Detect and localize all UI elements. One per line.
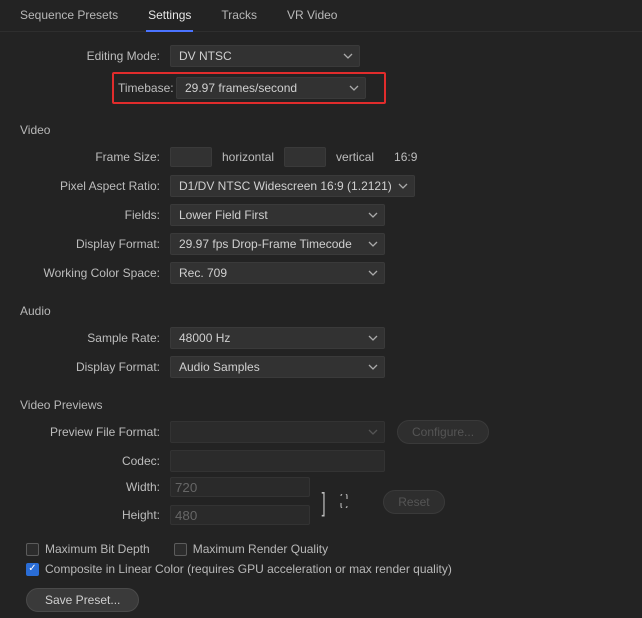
chevron-down-icon	[398, 183, 408, 189]
frame-height-input[interactable]	[284, 147, 326, 167]
chevron-down-icon	[368, 335, 378, 341]
preview-height-label: Height:	[20, 508, 170, 522]
preview-file-format-dropdown	[170, 421, 385, 443]
editing-mode-value: DV NTSC	[179, 49, 232, 63]
tab-tracks[interactable]: Tracks	[219, 8, 259, 31]
timebase-dropdown[interactable]: 29.97 frames/second	[176, 77, 366, 99]
tab-vr-video[interactable]: VR Video	[285, 8, 339, 31]
editing-mode-dropdown[interactable]: DV NTSC	[170, 45, 360, 67]
frame-width-input[interactable]	[170, 147, 212, 167]
audio-display-format-value: Audio Samples	[179, 360, 260, 374]
working-color-space-value: Rec. 709	[179, 266, 227, 280]
chevron-down-icon	[368, 429, 378, 435]
chevron-down-icon	[368, 364, 378, 370]
max-bit-depth-checkbox[interactable]: ✓	[26, 543, 39, 556]
sample-rate-label: Sample Rate:	[20, 331, 170, 345]
working-color-space-dropdown[interactable]: Rec. 709	[170, 262, 385, 284]
max-bit-depth-label: Maximum Bit Depth	[45, 542, 150, 556]
tabs-bar: Sequence Presets Settings Tracks VR Vide…	[0, 0, 642, 32]
pixel-aspect-value: D1/DV NTSC Widescreen 16:9 (1.2121)	[179, 179, 392, 193]
timebase-label: Timebase:	[118, 81, 176, 95]
video-display-format-value: 29.97 fps Drop-Frame Timecode	[179, 237, 352, 251]
preview-width-input	[170, 477, 310, 497]
horizontal-label: horizontal	[212, 150, 284, 164]
configure-button: Configure...	[397, 420, 489, 444]
frame-size-label: Frame Size:	[20, 150, 170, 164]
frame-aspect: 16:9	[384, 150, 417, 164]
sample-rate-dropdown[interactable]: 48000 Hz	[170, 327, 385, 349]
chevron-down-icon	[368, 212, 378, 218]
pixel-aspect-label: Pixel Aspect Ratio:	[20, 179, 170, 193]
reset-button: Reset	[383, 490, 444, 514]
bracket-icon: ]	[322, 487, 326, 518]
tab-sequence-presets[interactable]: Sequence Presets	[18, 8, 120, 31]
audio-display-format-dropdown[interactable]: Audio Samples	[170, 356, 385, 378]
chevron-down-icon	[343, 53, 353, 59]
preview-file-format-label: Preview File Format:	[20, 425, 170, 439]
working-color-space-label: Working Color Space:	[20, 266, 170, 280]
section-video-previews: Video Previews	[20, 382, 622, 418]
fields-dropdown[interactable]: Lower Field First	[170, 204, 385, 226]
section-video: Video	[20, 107, 622, 143]
composite-linear-checkbox[interactable]: ✓	[26, 563, 39, 576]
chevron-down-icon	[368, 241, 378, 247]
codec-label: Codec:	[20, 454, 170, 468]
preview-height-input	[170, 505, 310, 525]
max-render-quality-label: Maximum Render Quality	[193, 542, 328, 556]
max-render-quality-checkbox[interactable]: ✓	[174, 543, 187, 556]
fields-label: Fields:	[20, 208, 170, 222]
save-preset-button[interactable]: Save Preset...	[26, 588, 139, 612]
preview-width-label: Width:	[20, 480, 170, 494]
fields-value: Lower Field First	[179, 208, 268, 222]
audio-display-format-label: Display Format:	[20, 360, 170, 374]
tab-settings[interactable]: Settings	[146, 8, 193, 32]
editing-mode-label: Editing Mode:	[20, 49, 170, 63]
composite-linear-label: Composite in Linear Color (requires GPU …	[45, 562, 452, 576]
section-audio: Audio	[20, 288, 622, 324]
settings-panel: Editing Mode: DV NTSC Timebase: 29.97 fr…	[0, 32, 642, 618]
pixel-aspect-dropdown[interactable]: D1/DV NTSC Widescreen 16:9 (1.2121)	[170, 175, 415, 197]
video-display-format-label: Display Format:	[20, 237, 170, 251]
codec-dropdown	[170, 450, 385, 472]
vertical-label: vertical	[326, 150, 384, 164]
timebase-value: 29.97 frames/second	[185, 81, 297, 95]
video-display-format-dropdown[interactable]: 29.97 fps Drop-Frame Timecode	[170, 233, 385, 255]
chevron-down-icon	[368, 270, 378, 276]
chevron-down-icon	[349, 85, 359, 91]
sample-rate-value: 48000 Hz	[179, 331, 230, 345]
link-icon[interactable]	[337, 494, 349, 511]
timebase-highlight: Timebase: 29.97 frames/second	[112, 72, 386, 104]
